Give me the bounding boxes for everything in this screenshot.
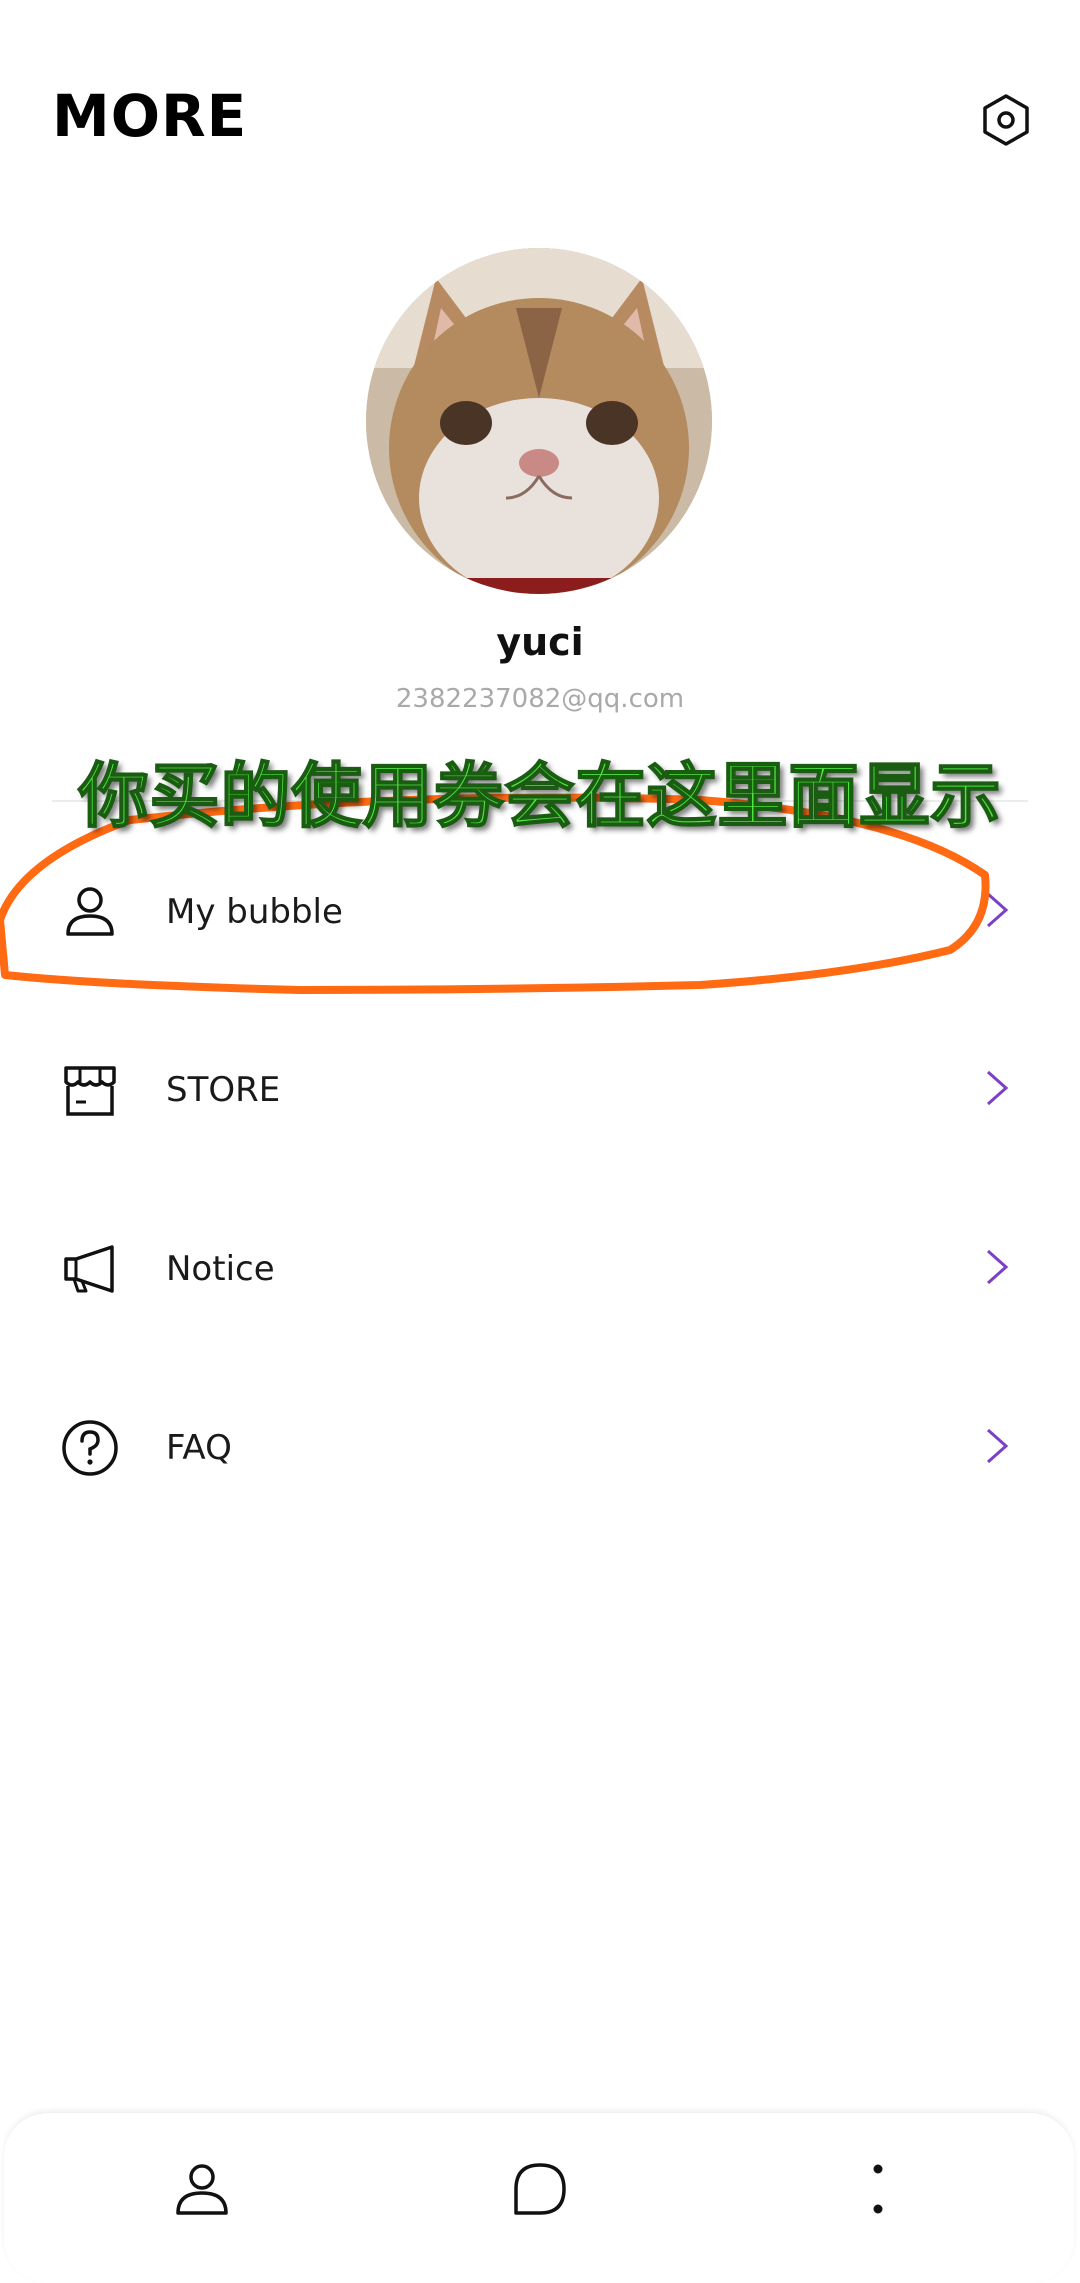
bottom-navigation [4, 2112, 1074, 2283]
nav-chat-button[interactable] [510, 2159, 570, 2219]
menu-label: Notice [166, 1249, 275, 1289]
store-icon [58, 1058, 122, 1122]
menu-label: STORE [166, 1070, 281, 1110]
chat-bubble-icon [514, 2163, 566, 2215]
menu-label: FAQ [166, 1428, 232, 1468]
nav-more-button[interactable] [848, 2159, 908, 2219]
chevron-right-icon [982, 1245, 1012, 1289]
chevron-right-icon [982, 1066, 1012, 1110]
profile-username: yuci [496, 620, 584, 664]
nav-profile-button[interactable] [172, 2159, 232, 2219]
cat-avatar-photo [366, 248, 712, 594]
menu-label: My bubble [166, 892, 343, 932]
chevron-right-icon [982, 1424, 1012, 1468]
settings-button[interactable] [976, 90, 1036, 150]
megaphone-icon [58, 1237, 122, 1301]
person-icon [176, 2164, 228, 2215]
menu-item-store[interactable]: STORE [0, 1022, 1080, 1162]
menu-item-my-bubble[interactable]: My bubble [0, 844, 1080, 984]
person-icon [58, 880, 122, 944]
page-title: MORE [52, 82, 248, 150]
settings-hexagon-icon [983, 94, 1029, 146]
question-circle-icon [58, 1416, 122, 1480]
overlay-caption: 你买的使用券会在这里面显示 [78, 754, 1002, 838]
profile-email: 2382237082@qq.com [395, 684, 685, 714]
avatar[interactable] [366, 248, 712, 594]
menu-item-notice[interactable]: Notice [0, 1201, 1080, 1341]
more-dots-icon [873, 2164, 883, 2214]
menu-item-faq[interactable]: FAQ [0, 1380, 1080, 1520]
chevron-right-icon [982, 888, 1012, 932]
